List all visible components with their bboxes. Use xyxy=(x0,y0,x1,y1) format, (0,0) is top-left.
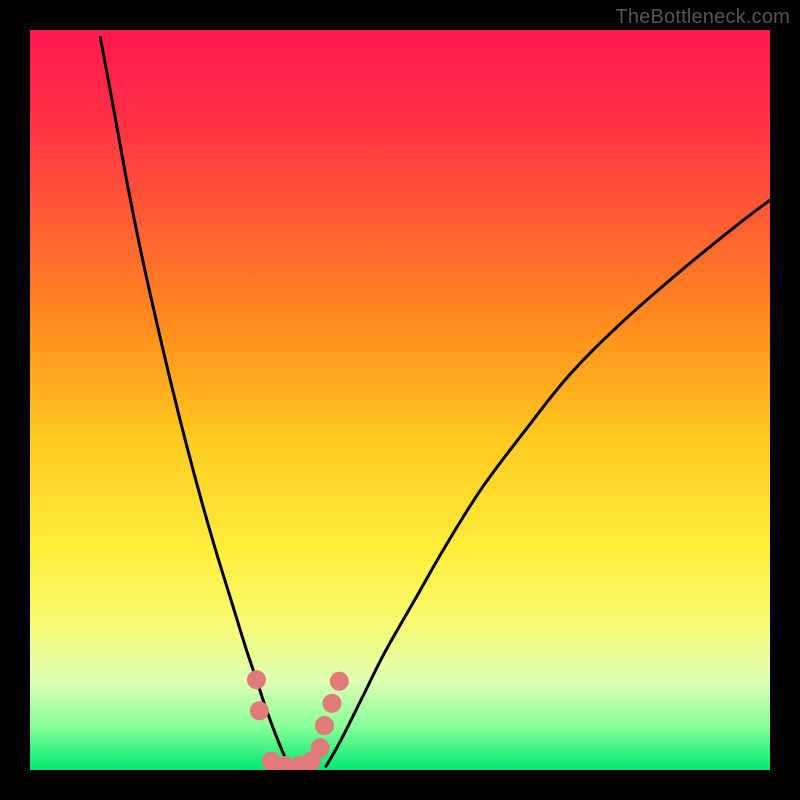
marker-dot xyxy=(315,716,334,735)
marker-dot xyxy=(322,694,341,713)
plot-area xyxy=(30,30,770,770)
marker-dot xyxy=(311,738,330,757)
marker-dot xyxy=(247,670,266,689)
marker-dot xyxy=(330,672,349,691)
chart-svg xyxy=(30,30,770,770)
marker-dot xyxy=(250,701,269,720)
chart-frame: TheBottleneck.com xyxy=(0,0,800,800)
watermark-text: TheBottleneck.com xyxy=(615,6,790,29)
gradient-rect xyxy=(30,30,770,770)
